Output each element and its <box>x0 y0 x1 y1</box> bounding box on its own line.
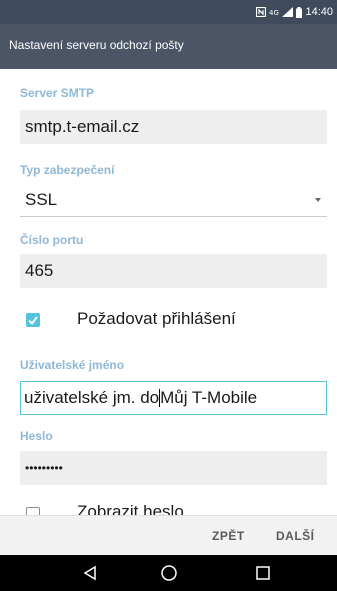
username-value-before: uživatelské jm. do <box>24 388 160 407</box>
page-title: Nastavení serveru odchozí pošty <box>9 38 184 52</box>
password-field[interactable]: ••••••••• <box>20 451 327 485</box>
clock: 14:40 <box>305 6 333 18</box>
network-4g-icon: 4G <box>269 7 279 17</box>
navigation-bar <box>0 555 337 591</box>
username-label: Uživatelské jméno <box>20 358 125 372</box>
server-smtp-field[interactable]: smtp.t-email.cz <box>20 110 327 144</box>
app-bar: Nastavení serveru odchozí pošty <box>0 24 337 69</box>
nav-recents-button[interactable] <box>233 555 293 591</box>
password-label: Heslo <box>20 429 53 443</box>
require-login-label[interactable]: Požadovat přihlášení <box>77 309 236 329</box>
back-triangle-icon <box>83 565 96 581</box>
battery-icon <box>296 6 303 18</box>
security-type-dropdown[interactable]: SSL <box>20 183 327 217</box>
home-circle-icon <box>161 565 177 581</box>
status-bar: 4G 14:40 <box>0 0 337 24</box>
require-login-checkbox[interactable] <box>26 313 40 327</box>
server-smtp-label: Server SMTP <box>20 86 95 100</box>
bottom-action-bar: ZPĚT DALŠÍ <box>0 515 337 556</box>
server-smtp-value: smtp.t-email.cz <box>25 117 140 136</box>
status-icons: 4G 14:40 <box>256 0 333 24</box>
recents-square-icon <box>256 566 270 580</box>
checkmark-icon <box>28 316 38 326</box>
back-button[interactable]: ZPĚT <box>212 516 245 556</box>
security-type-value: SSL <box>25 189 58 209</box>
nav-back-button[interactable] <box>60 555 120 591</box>
next-button[interactable]: DALŠÍ <box>276 516 315 556</box>
svg-text:4G: 4G <box>269 9 279 17</box>
security-type-label: Typ zabezpečení <box>20 163 115 177</box>
password-value: ••••••••• <box>25 461 63 475</box>
signal-icon <box>282 7 294 17</box>
port-number-field[interactable]: 465 <box>20 254 327 288</box>
port-number-label: Číslo portu <box>20 233 84 247</box>
nfc-icon <box>256 7 267 17</box>
nav-home-button[interactable] <box>139 555 199 591</box>
username-value-after: Můj T-Mobile <box>160 388 258 407</box>
username-field[interactable]: uživatelské jm. do Můj T-Mobile <box>20 381 327 415</box>
port-number-value: 465 <box>25 261 54 280</box>
dropdown-arrow-icon <box>315 198 321 202</box>
